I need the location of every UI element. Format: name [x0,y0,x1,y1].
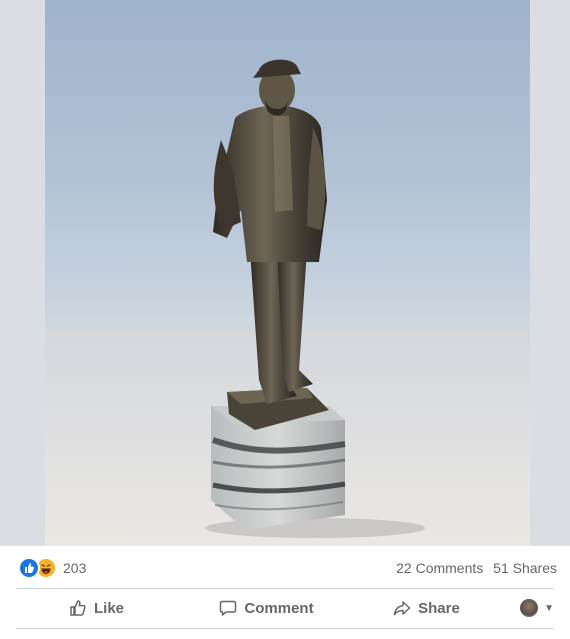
divider [16,588,554,589]
like-button[interactable]: Like [16,592,176,624]
share-label: Share [418,599,460,617]
comment-button[interactable]: Comment [176,592,356,624]
comment-label: Comment [244,599,314,617]
reaction-count: 203 [63,560,87,576]
post-stats: 203 22 Comments 51 Shares [0,546,570,588]
like-icon [18,557,40,579]
post-photo[interactable] [45,0,530,546]
share-button[interactable]: Share [356,592,496,624]
post-card: 203 22 Comments 51 Shares Like Comment S… [0,0,570,639]
engagement-counts: 22 Comments 51 Shares [396,560,557,576]
divider-bottom [16,628,554,629]
action-bar: Like Comment Share ▼ [16,590,554,626]
avatar [520,599,539,617]
reactions-summary[interactable]: 203 [18,557,87,579]
comments-count[interactable]: 22 Comments [396,560,483,576]
shares-count[interactable]: 51 Shares [493,560,557,576]
comment-icon [218,598,238,618]
like-label: Like [93,599,124,617]
share-arrow-icon [392,598,412,618]
audience-picker[interactable]: ▼ [496,592,554,624]
photo-container [0,0,570,546]
caret-down-icon: ▼ [544,602,554,614]
thumbs-up-icon [68,598,88,618]
